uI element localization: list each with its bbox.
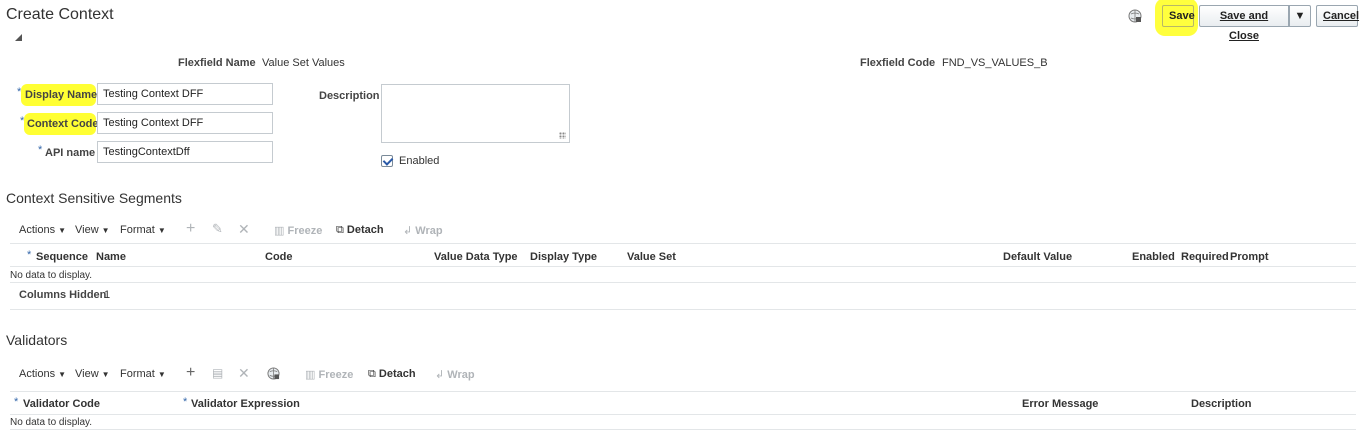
- col-default-value[interactable]: Default Value: [1003, 251, 1072, 263]
- col-validator-code[interactable]: Validator Code: [23, 398, 100, 410]
- view-menu[interactable]: View ▼: [75, 368, 110, 380]
- wrap-button[interactable]: ↲ Wrap: [435, 368, 475, 381]
- wrap-icon: ↲: [403, 225, 413, 237]
- context-code-input[interactable]: Testing Context DFF: [97, 112, 273, 134]
- add-icon[interactable]: +: [186, 364, 195, 382]
- save-and-close-label: Save and Close: [1219, 10, 1269, 42]
- col-display-type[interactable]: Display Type: [530, 251, 597, 263]
- freeze-label: Freeze: [318, 369, 354, 381]
- freeze-button[interactable]: ▥ Freeze: [274, 224, 322, 237]
- freeze-label: Freeze: [287, 225, 323, 237]
- columns-hidden-count: 1: [104, 289, 111, 301]
- view-label: View: [75, 224, 99, 236]
- col-code[interactable]: Code: [265, 251, 293, 263]
- view-menu[interactable]: View ▼: [75, 224, 110, 236]
- actions-menu[interactable]: Actions ▼: [19, 368, 66, 380]
- format-menu[interactable]: Format ▼: [120, 224, 166, 236]
- display-name-label: Display Name: [25, 89, 98, 101]
- col-value-data-type[interactable]: Value Data Type: [434, 251, 518, 263]
- cancel-button[interactable]: Cancel: [1316, 5, 1360, 27]
- col-name[interactable]: Name: [96, 251, 126, 263]
- view-label: View: [75, 368, 99, 380]
- chevron-down-icon: ▼: [1294, 10, 1306, 22]
- required-marker: *: [14, 396, 19, 408]
- col-validator-expression[interactable]: Validator Expression: [191, 398, 300, 410]
- wrap-label: Wrap: [415, 225, 443, 237]
- chevron-down-icon: ▼: [58, 370, 66, 379]
- save-button[interactable]: Save: [1162, 5, 1195, 27]
- actions-label: Actions: [19, 224, 56, 236]
- flexfield-code-value: FND_VS_VALUES_B: [942, 57, 1048, 69]
- format-label: Format: [120, 224, 155, 236]
- wrap-icon: ↲: [435, 369, 445, 381]
- col-description[interactable]: Description: [1191, 398, 1252, 410]
- columns-hidden-label: Columns Hidden: [19, 289, 107, 301]
- actions-label: Actions: [19, 368, 56, 380]
- divider: [10, 266, 1356, 267]
- collapse-triangle-icon[interactable]: [15, 34, 22, 41]
- divider: [10, 429, 1356, 430]
- segments-section-title: Context Sensitive Segments: [6, 190, 182, 206]
- save-disk-icon[interactable]: ▤: [212, 366, 223, 380]
- enabled-label: Enabled: [399, 155, 440, 167]
- validators-no-data: No data to display.: [10, 417, 93, 428]
- globe-icon[interactable]: [267, 367, 280, 380]
- flexfield-name-label: Flexfield Name: [178, 57, 256, 69]
- detach-button[interactable]: ⧉ Detach: [368, 368, 416, 381]
- flexfield-name-value: Value Set Values: [262, 57, 345, 69]
- add-icon[interactable]: +: [186, 220, 195, 238]
- divider: [10, 309, 1356, 310]
- page-title: Create Context: [6, 6, 114, 23]
- freeze-icon: ▥: [305, 369, 316, 381]
- chevron-down-icon: ▼: [58, 226, 66, 235]
- chevron-down-icon: ▼: [157, 226, 166, 235]
- detach-icon: ⧉: [368, 368, 376, 380]
- delete-x-icon[interactable]: ✕: [238, 221, 250, 238]
- save-options-dropdown[interactable]: ▼: [1289, 5, 1311, 27]
- detach-button[interactable]: ⧉ Detach: [336, 224, 384, 237]
- segments-no-data: No data to display.: [10, 270, 93, 281]
- required-marker: *: [27, 249, 32, 261]
- cancel-label: Cancel: [1323, 10, 1360, 22]
- detach-label: Detach: [346, 224, 384, 236]
- chevron-down-icon: ▼: [101, 370, 110, 379]
- description-textarea[interactable]: [381, 84, 570, 143]
- api-name-input[interactable]: TestingContextDff: [97, 141, 273, 163]
- edit-pencil-icon[interactable]: ✎: [212, 221, 223, 237]
- col-prompt[interactable]: Prompt: [1230, 251, 1269, 263]
- save-and-close-button[interactable]: Save and Close: [1199, 5, 1289, 42]
- api-name-label: API name: [45, 147, 96, 159]
- col-error-message[interactable]: Error Message: [1022, 398, 1098, 410]
- display-name-input[interactable]: Testing Context DFF: [97, 83, 273, 105]
- col-sequence[interactable]: Sequence: [36, 251, 88, 263]
- chevron-down-icon: ▼: [101, 226, 110, 235]
- required-marker: *: [38, 144, 43, 156]
- format-menu[interactable]: Format ▼: [120, 368, 166, 380]
- detach-icon: ⧉: [336, 224, 344, 236]
- col-value-set[interactable]: Value Set: [627, 251, 676, 263]
- freeze-icon: ▥: [274, 225, 285, 237]
- format-label: Format: [120, 368, 155, 380]
- help-globe-icon[interactable]: [1128, 9, 1142, 23]
- wrap-label: Wrap: [447, 369, 475, 381]
- divider: [10, 414, 1356, 415]
- resize-grip-icon[interactable]: [559, 132, 566, 139]
- col-enabled[interactable]: Enabled: [1132, 251, 1175, 263]
- divider: [10, 391, 1356, 392]
- delete-x-icon[interactable]: ✕: [238, 365, 250, 382]
- validators-section-title: Validators: [6, 332, 68, 348]
- detach-label: Detach: [378, 368, 416, 380]
- required-marker: *: [183, 396, 188, 408]
- wrap-button[interactable]: ↲ Wrap: [403, 224, 443, 237]
- actions-menu[interactable]: Actions ▼: [19, 224, 66, 236]
- description-label: Description: [319, 90, 380, 102]
- divider: [10, 243, 1356, 244]
- col-required[interactable]: Required: [1181, 251, 1229, 263]
- enabled-checkbox[interactable]: [381, 155, 393, 167]
- context-code-label: Context Code: [27, 118, 99, 130]
- freeze-button[interactable]: ▥ Freeze: [305, 368, 353, 381]
- chevron-down-icon: ▼: [157, 370, 166, 379]
- divider: [10, 282, 1356, 283]
- flexfield-code-label: Flexfield Code: [860, 57, 936, 69]
